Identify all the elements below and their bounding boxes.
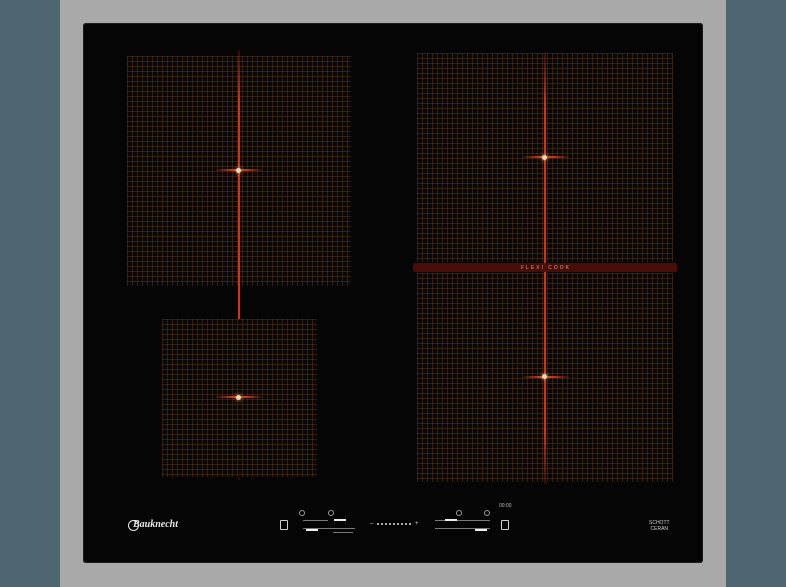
zone-select-icon-4[interactable]	[484, 510, 490, 516]
zone-center-dot-bottom-left	[236, 395, 241, 400]
zone-select-icon-1[interactable]	[299, 510, 305, 516]
left-control-line-1	[303, 520, 328, 521]
slider-dot	[385, 523, 387, 525]
slider-dot	[409, 523, 411, 525]
slider-dot	[397, 523, 399, 525]
zone-center-dot-bottom-right	[542, 374, 547, 379]
glass-brand-logo: SCHOTT CERAN	[649, 520, 670, 532]
brand-name: Bauknecht	[133, 519, 179, 530]
power-level-slider[interactable]	[377, 521, 419, 527]
slider-plus[interactable]: +	[415, 521, 419, 527]
left-level-indicator-1	[334, 519, 346, 521]
slider-dot	[377, 523, 379, 525]
power-button-right[interactable]	[501, 520, 509, 530]
right-level-indicator-1	[445, 519, 457, 521]
zone-center-dot-top-left	[236, 168, 241, 173]
timer-symbol[interactable]: 00:00	[499, 503, 512, 509]
induction-cooktop: FLEXI COOK Bauknecht – + 00:00 SCHOTT CE…	[83, 23, 703, 563]
slider-dot	[393, 523, 395, 525]
slider-dot	[381, 523, 383, 525]
zone-select-icon-2[interactable]	[328, 510, 334, 516]
slider-dot	[401, 523, 403, 525]
left-level-indicator-2	[306, 529, 318, 531]
slider-dot	[389, 523, 391, 525]
power-button-left[interactable]	[280, 520, 288, 530]
zone-select-icon-3[interactable]	[456, 510, 462, 516]
flexi-cook-label: FLEXI COOK	[521, 265, 572, 271]
left-control-line-3	[333, 532, 353, 533]
slider-minus[interactable]: –	[370, 521, 373, 527]
right-level-indicator-2	[475, 529, 487, 531]
slider-dot	[405, 523, 407, 525]
zone-center-dot-top-right	[542, 155, 547, 160]
right-control-line-1	[435, 520, 490, 521]
glass-brand-line2: CERAN	[650, 526, 669, 532]
